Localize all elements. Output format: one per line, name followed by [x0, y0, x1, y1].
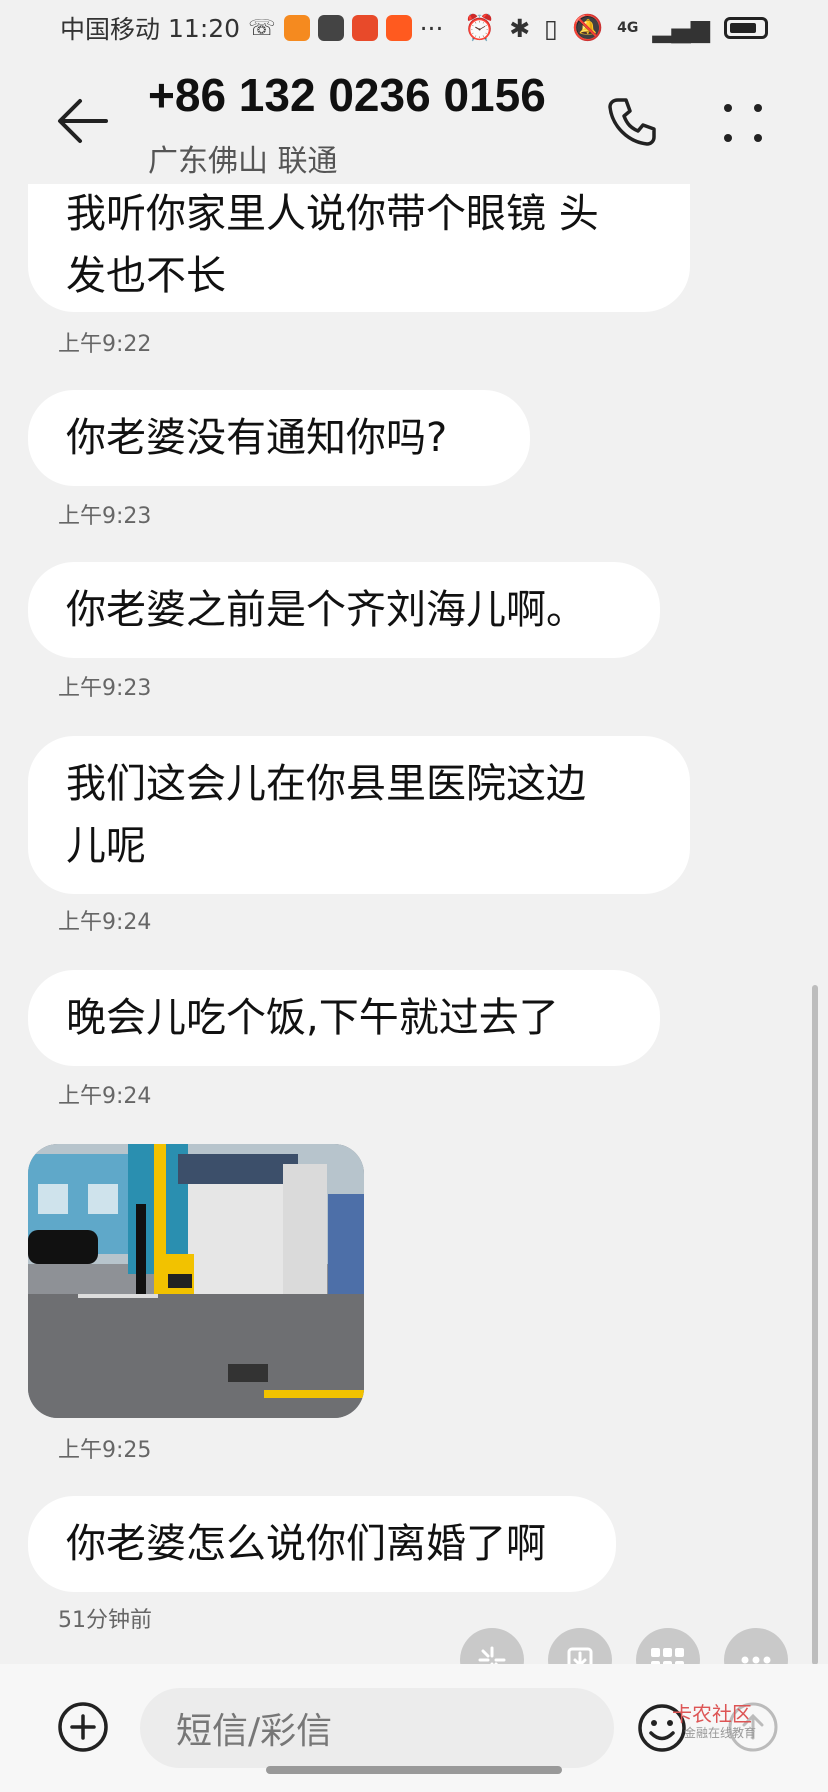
- message-text: 你老婆没有通知你吗?: [66, 415, 448, 461]
- message-bubble[interactable]: 你老婆之前是个齐刘海儿啊。: [28, 562, 660, 658]
- more-dots-icon: [724, 104, 762, 142]
- message-input-placeholder: 短信/彩信: [176, 1711, 333, 1752]
- arrow-left-icon: [58, 99, 108, 143]
- contact-number: +86 132 0236 0156: [148, 69, 546, 121]
- message-text-line: 发也不长: [66, 253, 226, 299]
- message-text: 晚会儿吃个饭,下午就过去了: [66, 995, 559, 1041]
- message-text: 我们这会儿在你县里医院这边 儿呢: [66, 753, 586, 877]
- message-text-line: 我们这会儿在你县里医院这边: [66, 761, 586, 807]
- message-app-icon: [317, 15, 344, 41]
- message-text: 你老婆之前是个齐刘海儿啊。: [66, 587, 586, 633]
- status-right: ⏰ ✱ ▯ 🔕 4G ▂▄▆: [464, 13, 768, 43]
- photo-thumbnail: [28, 1144, 364, 1418]
- call-button[interactable]: [604, 94, 660, 150]
- mute-icon: 🔕: [571, 13, 604, 42]
- message-bubble[interactable]: 你老婆怎么说你们离婚了啊: [28, 1496, 616, 1592]
- message-text-line: 儿呢: [66, 823, 146, 869]
- contact-location: 广东佛山 联通: [148, 144, 338, 179]
- message-bubble[interactable]: 你老婆没有通知你吗?: [28, 390, 530, 486]
- back-button[interactable]: [56, 96, 110, 146]
- plus-circle-icon: [58, 1702, 108, 1752]
- message-time: 上午9:24: [58, 1084, 152, 1109]
- clock: 11:20: [168, 13, 241, 43]
- watermark-subtitle: 金融在线教育: [684, 1726, 757, 1740]
- wallet-app-icon: [351, 15, 378, 41]
- carrier-label: 中国移动: [60, 15, 161, 44]
- message-time: 上午9:23: [58, 504, 152, 529]
- message-input[interactable]: 短信/彩信: [140, 1688, 614, 1768]
- taobao-app-icon: [385, 15, 412, 41]
- message-bubble[interactable]: 我们这会儿在你县里医院这边 儿呢: [28, 736, 690, 894]
- network-type: 4G: [617, 20, 639, 36]
- more-options-button[interactable]: [718, 94, 768, 150]
- message-time: 上午9:22: [58, 332, 152, 357]
- message-bubble[interactable]: 我听你家里人说你带个眼镜 头 发也不长: [28, 184, 690, 312]
- image-message[interactable]: [28, 1144, 364, 1418]
- signal-icon: ▂▄▆: [652, 13, 710, 43]
- message-time: 上午9:23: [58, 676, 152, 701]
- message-time: 上午9:25: [58, 1438, 152, 1463]
- attach-button[interactable]: [56, 1700, 110, 1754]
- conversation-header: +86 132 0236 0156 广东佛山 联通: [0, 56, 828, 184]
- message-bubble[interactable]: 晚会儿吃个饭,下午就过去了: [28, 970, 660, 1066]
- message-text: 你老婆怎么说你们离婚了啊: [66, 1521, 546, 1567]
- video-app-icon: [283, 15, 310, 41]
- battery-icon: [724, 17, 768, 39]
- vibrate-icon: ▯: [544, 13, 558, 43]
- scrollbar-thumb[interactable]: [812, 985, 818, 1665]
- status-left: 中国移动 11:20 ☏ ···: [60, 10, 443, 46]
- message-time: 51分钟前: [58, 1608, 152, 1633]
- muted-call-icon: ☏: [248, 15, 276, 41]
- home-indicator[interactable]: [266, 1766, 562, 1774]
- bluetooth-icon: ✱: [509, 13, 531, 43]
- alarm-icon: ⏰: [464, 13, 496, 42]
- status-bar: 中国移动 11:20 ☏ ··· ⏰ ✱ ▯ 🔕 4G ▂▄▆: [0, 0, 828, 56]
- more-notifications-icon: ···: [419, 13, 444, 43]
- message-list[interactable]: 我听你家里人说你带个眼镜 头 发也不长 上午9:22 你老婆没有通知你吗? 上午…: [0, 184, 828, 1664]
- message-text: 我听你家里人说你带个眼镜 头 发也不长: [66, 184, 599, 307]
- watermark-logo: 卡农社区: [672, 1702, 752, 1726]
- message-text-line: 我听你家里人说你带个眼镜 头: [66, 191, 599, 237]
- phone-icon: [608, 98, 656, 146]
- message-time: 上午9:24: [58, 910, 152, 935]
